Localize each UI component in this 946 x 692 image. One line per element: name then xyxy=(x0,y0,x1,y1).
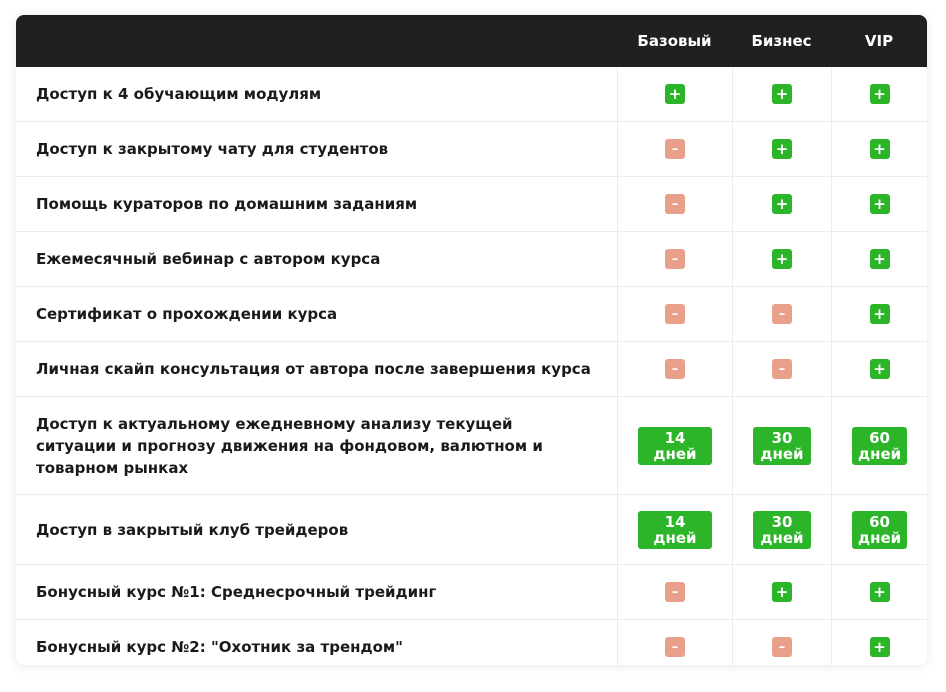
cell-basic: 14 дней xyxy=(617,397,732,494)
plus-icon: + xyxy=(772,249,792,269)
table-row: Личная скайп консультация от автора посл… xyxy=(16,341,927,396)
table-row: Сертификат о прохождении курса – – + xyxy=(16,286,927,341)
duration-badge: 14 дней xyxy=(638,426,712,465)
cell-business: – xyxy=(732,342,831,396)
duration-unit: дней xyxy=(858,444,902,463)
cell-vip: + xyxy=(831,122,927,176)
duration-unit: дней xyxy=(760,444,804,463)
pricing-comparison-table: Базовый Бизнес VIP Доступ к 4 обучающим … xyxy=(16,15,927,665)
cell-vip: + xyxy=(831,67,927,121)
cell-basic: 14 дней xyxy=(617,495,732,564)
minus-icon: – xyxy=(772,359,792,379)
feature-label: Доступ к актуальному ежедневному анализу… xyxy=(36,414,543,477)
duration-unit: дней xyxy=(653,528,697,547)
minus-icon: – xyxy=(665,304,685,324)
cell-business: 30 дней xyxy=(732,495,831,564)
cell-vip: + xyxy=(831,287,927,341)
feature-label: Сертификат о прохождении курса xyxy=(36,305,338,323)
feature-label: Бонусный курс №2: "Охотник за трендом" xyxy=(36,638,403,656)
plus-icon: + xyxy=(869,84,890,104)
table-row: Бонусный курс №2: "Охотник за трендом" – –… xyxy=(16,619,927,665)
minus-icon: – xyxy=(665,637,685,657)
cell-vip: + xyxy=(831,177,927,231)
minus-icon: – xyxy=(665,194,685,214)
plus-icon: + xyxy=(772,194,792,214)
duration-number: 60 xyxy=(869,512,890,531)
plan-basic-title: Базовый xyxy=(637,32,712,50)
table-body: Доступ к 4 обучающим модулям + + + Доступ к … xyxy=(16,67,927,665)
duration-unit: дней xyxy=(760,528,804,547)
duration-badge: 60 дней xyxy=(852,426,907,465)
cell-vip: + xyxy=(831,565,927,619)
feature-label: Личная скайп консультация от автора посл… xyxy=(36,360,591,378)
duration-badge: 30 дней xyxy=(753,510,811,549)
duration-unit: дней xyxy=(653,444,697,463)
duration-number: 14 xyxy=(664,428,686,447)
cell-business: + xyxy=(732,565,831,619)
plus-icon: + xyxy=(869,139,890,159)
feature-label: Помощь кураторов по домашним заданиям xyxy=(36,195,418,213)
feature-label: Ежемесячный вебинар с автором курса xyxy=(36,250,381,268)
minus-icon: – xyxy=(665,249,685,269)
table-row: Помощь кураторов по домашним заданиям – + + xyxy=(16,176,927,231)
minus-icon: – xyxy=(772,304,792,324)
table-row: Ежемесячный вебинар с автором курса – + + xyxy=(16,231,927,286)
minus-icon: – xyxy=(665,359,685,379)
duration-badge: 60 дней xyxy=(852,510,907,549)
cell-vip: + xyxy=(831,620,927,665)
cell-business: + xyxy=(732,177,831,231)
table-row: Доступ в закрытый клуб трейдеров 14 дней 30… xyxy=(16,494,927,564)
cell-business: + xyxy=(732,67,831,121)
minus-icon: – xyxy=(772,637,792,657)
cell-basic: – xyxy=(617,287,732,341)
duration-number: 14 xyxy=(664,512,686,531)
feature-label: Бонусный курс №1: Среднесрочный трейдинг xyxy=(36,583,437,601)
cell-vip: 60 дней xyxy=(831,397,927,494)
duration-unit: дней xyxy=(858,528,902,547)
duration-number: 30 xyxy=(771,428,793,447)
plus-icon: + xyxy=(869,304,890,324)
cell-business: – xyxy=(732,620,831,665)
plus-icon: + xyxy=(772,84,792,104)
cell-vip: 60 дней xyxy=(831,495,927,564)
feature-label: Доступ к 4 обучающим модулям xyxy=(36,85,322,103)
minus-icon: – xyxy=(665,139,685,159)
cell-business: 30 дней xyxy=(732,397,831,494)
cell-basic: – xyxy=(617,232,732,286)
plus-icon: + xyxy=(869,359,890,379)
duration-number: 30 xyxy=(771,512,793,531)
cell-business: + xyxy=(732,122,831,176)
table-row: Доступ к 4 обучающим модулям + + + xyxy=(16,67,927,121)
cell-business: + xyxy=(732,232,831,286)
plan-vip-title: VIP xyxy=(864,32,894,50)
cell-basic: – xyxy=(617,177,732,231)
plus-icon: + xyxy=(869,637,890,657)
plan-business-title: Бизнес xyxy=(751,32,812,50)
cell-basic: – xyxy=(617,122,732,176)
plus-icon: + xyxy=(772,582,792,602)
cell-basic: – xyxy=(617,565,732,619)
minus-icon: – xyxy=(665,582,685,602)
cell-business: – xyxy=(732,287,831,341)
plus-icon: + xyxy=(665,84,685,104)
duration-badge: 14 дней xyxy=(638,510,712,549)
table-header: Базовый Бизнес VIP xyxy=(16,15,927,67)
feature-label: Доступ к закрытому чату для студентов xyxy=(36,140,389,158)
cell-basic: – xyxy=(617,620,732,665)
cell-vip: + xyxy=(831,342,927,396)
cell-basic: + xyxy=(617,67,732,121)
plus-icon: + xyxy=(772,139,792,159)
cell-basic: – xyxy=(617,342,732,396)
cell-vip: + xyxy=(831,232,927,286)
table-row: Бонусный курс №1: Среднесрочный трейдинг… xyxy=(16,564,927,619)
duration-badge: 30 дней xyxy=(753,426,811,465)
feature-label: Доступ в закрытый клуб трейдеров xyxy=(36,520,349,539)
table-row: Доступ к актуальному ежедневному анализу… xyxy=(16,396,927,494)
plus-icon: + xyxy=(869,249,890,269)
table-row: Доступ к закрытому чату для студентов – + + xyxy=(16,121,927,176)
duration-number: 60 xyxy=(869,428,890,447)
plus-icon: + xyxy=(869,194,890,214)
plus-icon: + xyxy=(869,582,890,602)
